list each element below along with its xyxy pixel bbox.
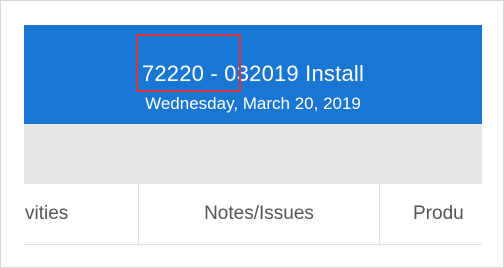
job-title: 72220 - 032019 Install xyxy=(24,34,482,92)
screenshot-frame: 72220 - 032019 Install Wednesday, March … xyxy=(0,0,504,268)
tab-products[interactable]: Produ xyxy=(400,184,482,244)
job-date: Wednesday, March 20, 2019 xyxy=(145,94,361,113)
job-number: 72220 xyxy=(135,34,241,92)
job-header: 72220 - 032019 Install Wednesday, March … xyxy=(24,25,482,124)
tab-notes-issues[interactable]: Notes/Issues xyxy=(138,184,380,244)
tab-activities[interactable]: ctivities xyxy=(24,184,137,244)
highlight-box xyxy=(135,34,241,92)
toolbar-band xyxy=(24,124,482,184)
tab-bar: ctivities Notes/Issues Produ xyxy=(24,184,482,245)
